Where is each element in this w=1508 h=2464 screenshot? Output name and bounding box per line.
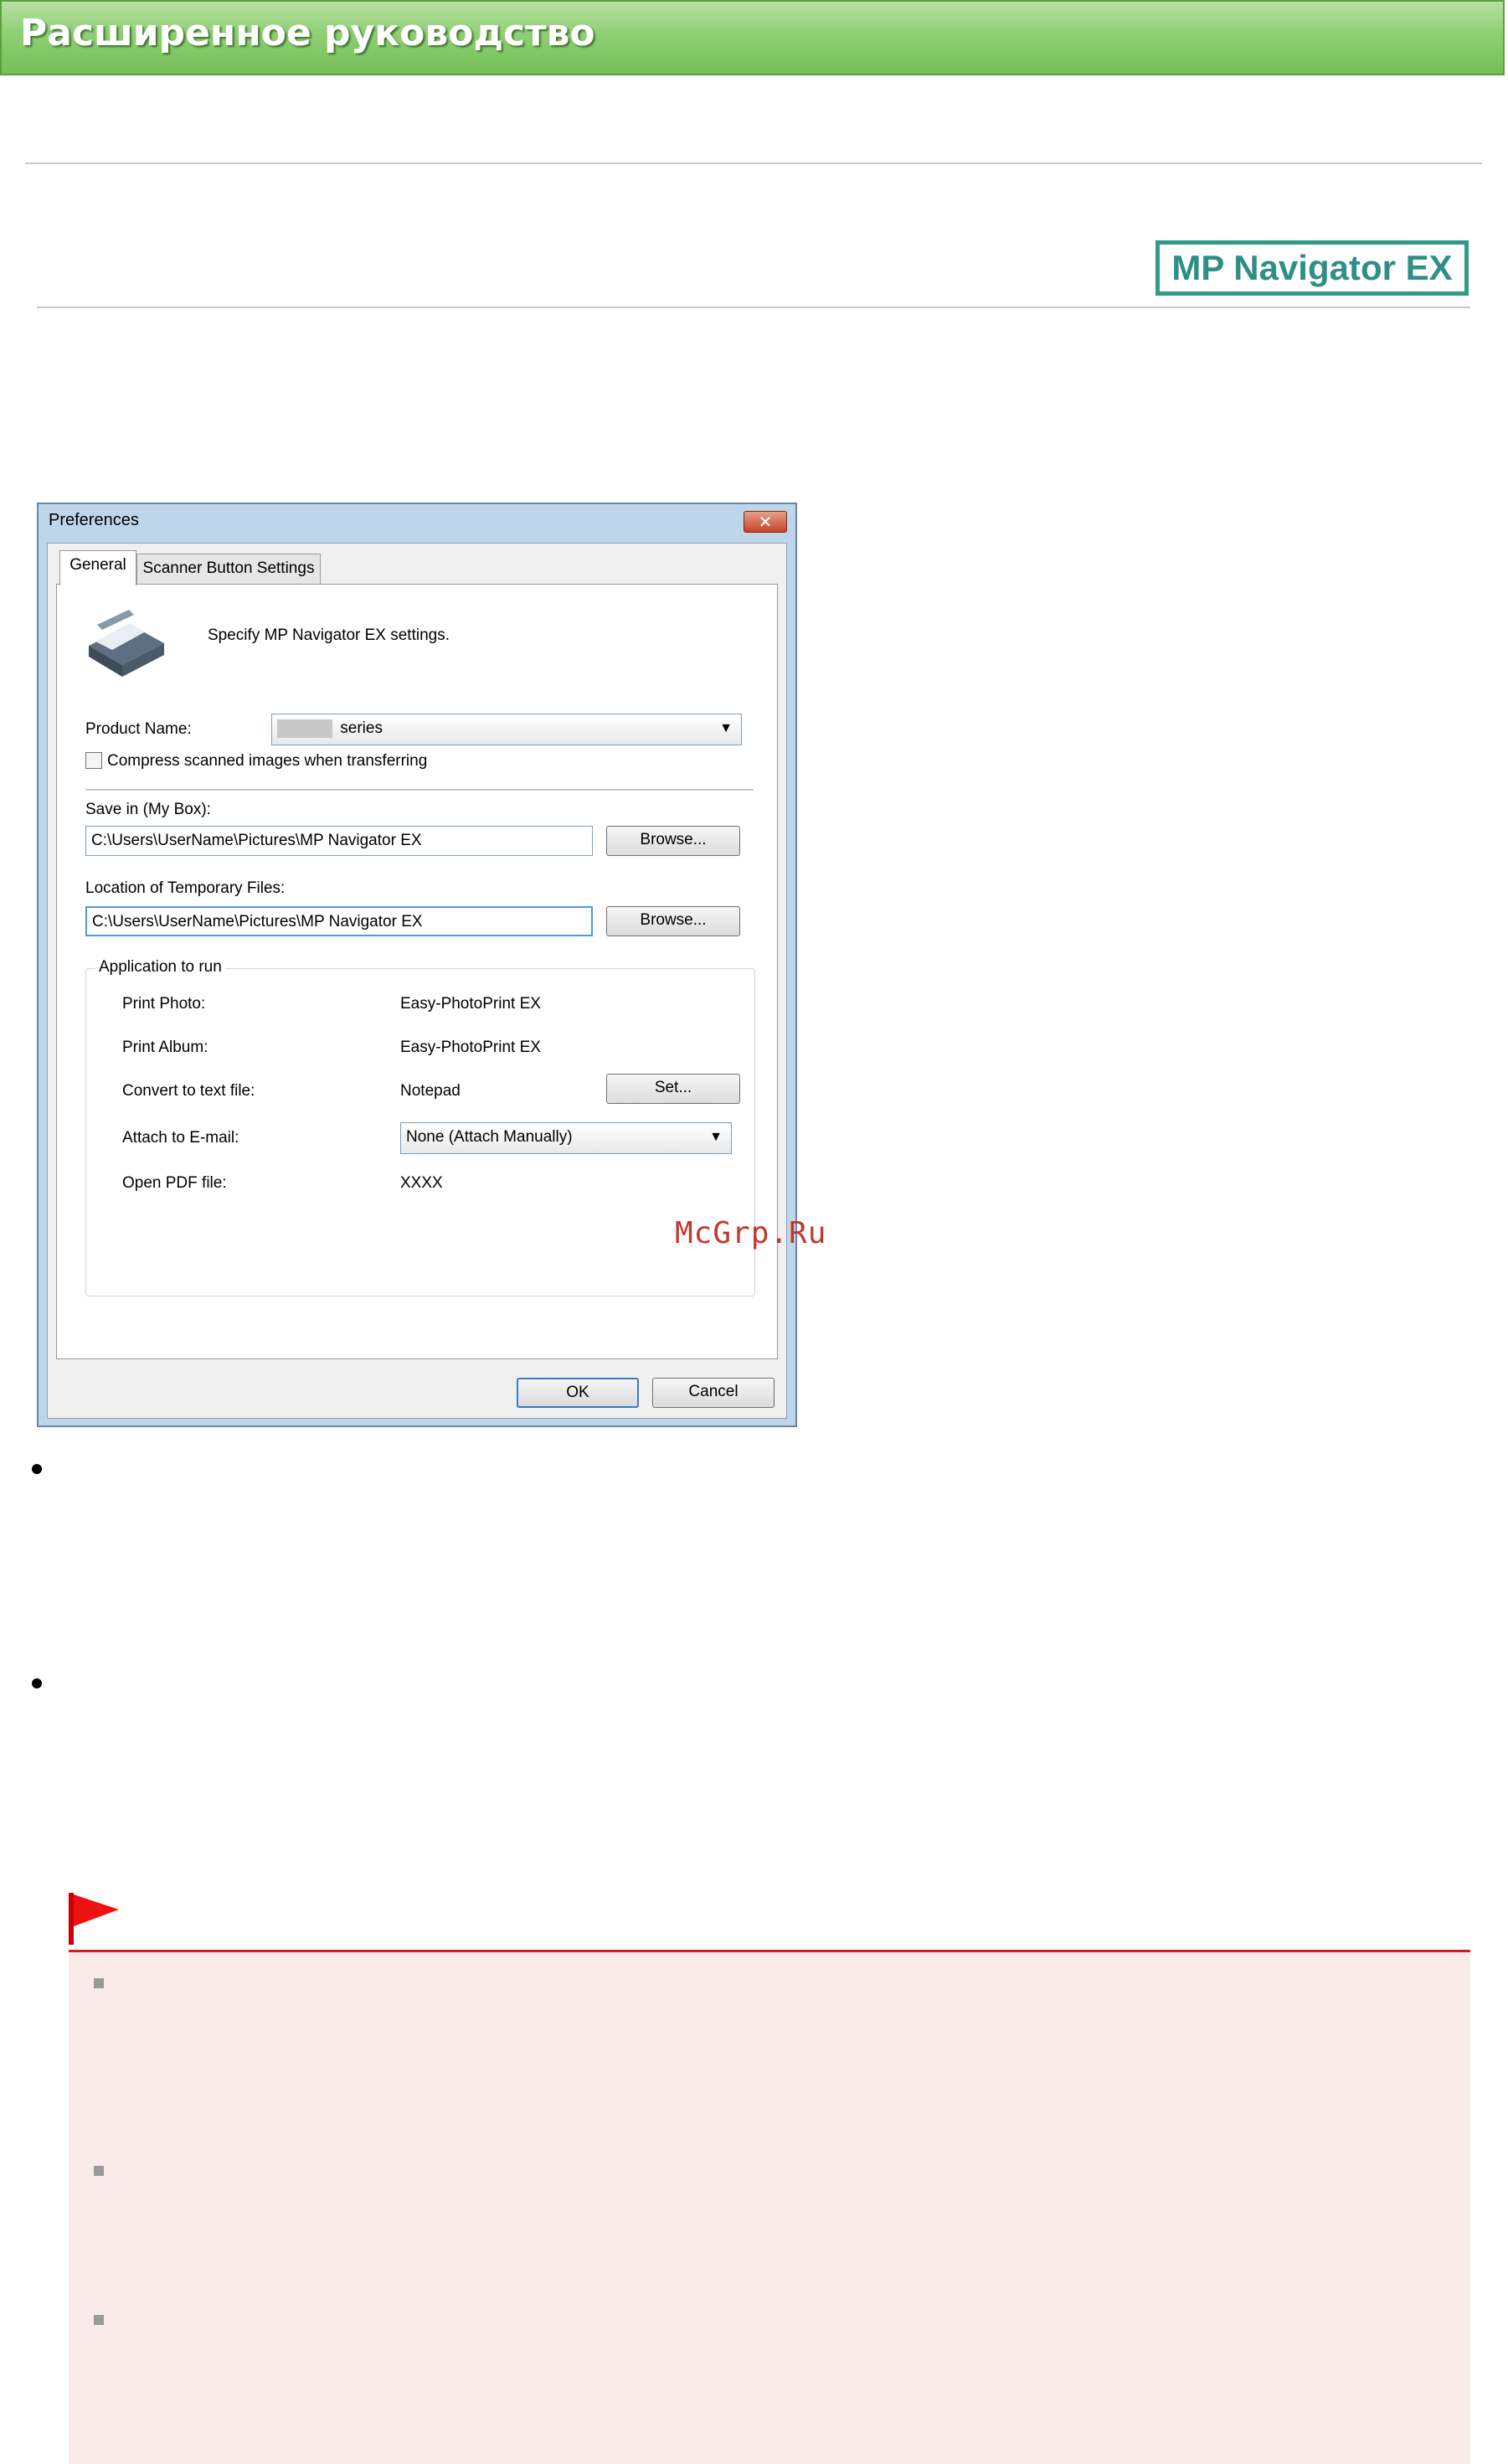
list-bullet-square [94, 1978, 104, 1988]
compress-checkbox[interactable] [85, 752, 102, 769]
watermark: McGrp.Ru [675, 1216, 827, 1250]
divider [85, 789, 754, 791]
preferences-dialog: Preferences ✕ General Scanner Button Set… [37, 503, 797, 1427]
mp-navigator-logo: MP Navigator EX [1155, 240, 1469, 296]
application-group-title: Application to run [95, 958, 225, 977]
general-tab-panel: Specify MP Navigator EX settings. Produc… [56, 584, 778, 1359]
divider [25, 162, 1482, 164]
browse-button[interactable]: Browse... [606, 906, 740, 936]
attach-email-dropdown[interactable]: None (Attach Manually) ▼ [400, 1122, 732, 1154]
open-pdf-value: XXXX [400, 1174, 443, 1192]
browse-button[interactable]: Browse... [606, 826, 740, 856]
attach-email-value: None (Attach Manually) [406, 1128, 573, 1146]
list-bullet-square [94, 2166, 104, 2176]
bullet [32, 1464, 42, 1474]
close-icon[interactable]: ✕ [744, 511, 787, 533]
chevron-down-icon: ▼ [709, 1130, 723, 1144]
attach-email-label: Attach to E-mail: [122, 1129, 239, 1147]
temp-files-label: Location of Temporary Files: [85, 879, 286, 897]
chevron-down-icon: ▼ [719, 721, 733, 735]
product-name-value: series [340, 719, 383, 737]
set-button[interactable]: Set... [606, 1074, 740, 1104]
page-header-title: Расширенное руководство [20, 12, 595, 54]
tab-general[interactable]: General [59, 550, 136, 585]
list-bullet-square [94, 2315, 104, 2325]
scanner-icon [89, 610, 164, 677]
bullet [32, 1678, 42, 1688]
save-in-label: Save in (My Box): [85, 801, 211, 818]
print-album-value: Easy-PhotoPrint EX [400, 1039, 541, 1056]
convert-text-label: Convert to text file: [122, 1082, 255, 1100]
intro-text: Specify MP Navigator EX settings. [208, 626, 450, 644]
print-photo-value: Easy-PhotoPrint EX [400, 995, 541, 1013]
print-album-label: Print Album: [122, 1039, 208, 1056]
caution-box [69, 1951, 1470, 2464]
save-in-field[interactable]: C:\Users\UserName\Pictures\MP Navigator … [85, 826, 593, 856]
temp-files-field[interactable]: C:\Users\UserName\Pictures\MP Navigator … [85, 906, 593, 936]
convert-text-value: Notepad [400, 1082, 461, 1100]
open-pdf-label: Open PDF file: [122, 1174, 227, 1192]
redacted-model [277, 719, 332, 738]
product-name-dropdown[interactable]: series ▼ [271, 714, 742, 745]
compress-label: Compress scanned images when transferrin… [107, 752, 428, 770]
caution-divider [69, 1950, 1470, 1952]
tab-scanner-button-settings[interactable]: Scanner Button Settings [136, 554, 321, 584]
print-photo-label: Print Photo: [122, 995, 206, 1013]
caution-flag-icon [69, 1893, 119, 1945]
dialog-title: Preferences [49, 511, 139, 529]
product-name-label: Product Name: [85, 720, 192, 738]
divider [37, 307, 1470, 308]
cancel-button[interactable]: Cancel [652, 1378, 775, 1408]
dialog-body: General Scanner Button Settings Specify … [47, 543, 787, 1419]
ok-button[interactable]: OK [517, 1378, 639, 1408]
